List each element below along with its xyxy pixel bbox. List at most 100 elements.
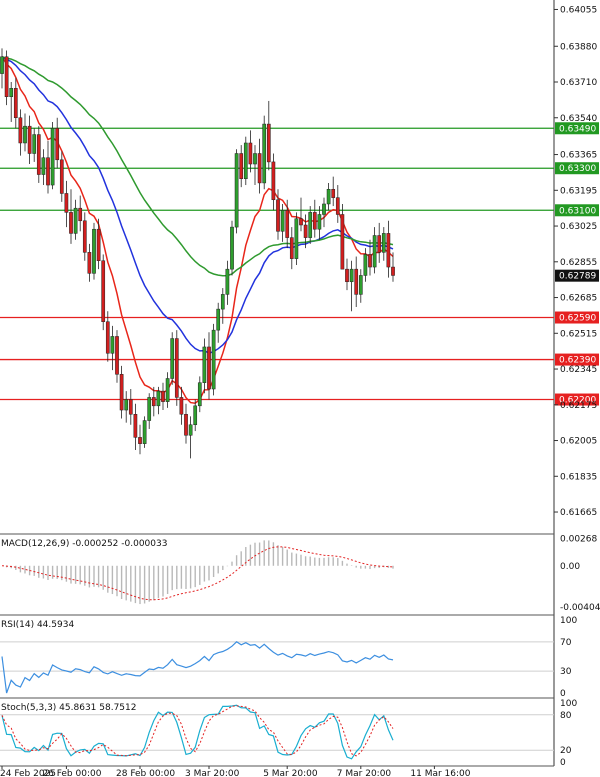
- rsi-label: RSI(14) 44.5934: [1, 620, 74, 630]
- candle-up: [230, 226, 234, 270]
- candle-up: [197, 382, 202, 407]
- candle-up: [9, 88, 14, 97]
- candle-up: [349, 268, 354, 283]
- candle-up: [147, 397, 152, 421]
- candle-down: [96, 228, 101, 261]
- candle-down: [207, 346, 211, 390]
- candle-down: [128, 399, 133, 415]
- candle-down: [101, 260, 106, 322]
- candle-down: [368, 254, 372, 268]
- time-tick-label: 7 Mar 20:00: [337, 769, 392, 777]
- candle-up: [294, 218, 299, 259]
- price-tick-label: 0.61835: [560, 472, 597, 482]
- price-tick-label: 0.62515: [560, 329, 597, 339]
- macd-tick-label: 0.00: [560, 562, 580, 572]
- candle-up: [363, 254, 368, 276]
- candle-down: [335, 197, 340, 215]
- macd-label: MACD(12,26,9) -0.000252 -0.000033: [1, 539, 167, 549]
- candle-down: [174, 338, 179, 398]
- candle-down: [87, 252, 92, 274]
- candle-up: [124, 399, 129, 411]
- candle-up: [50, 128, 55, 186]
- candle-down: [266, 123, 271, 163]
- candle-up: [322, 203, 326, 215]
- macd-signal-line: [1, 546, 394, 601]
- time-tick-label: 3 Mar 20:00: [185, 769, 240, 777]
- candle-down: [27, 125, 32, 154]
- candle-up: [0, 56, 4, 74]
- price-tick-label: 0.62855: [560, 258, 597, 268]
- candle-down: [340, 214, 345, 270]
- candle-down: [377, 235, 382, 253]
- candle-up: [253, 153, 257, 165]
- time-tick-label: 26 Feb 00:00: [42, 769, 101, 777]
- price-chart: 0.634900.633000.631000.625900.623900.622…: [0, 0, 600, 777]
- current-price-label: 0.62789: [559, 272, 596, 282]
- candle-down: [46, 157, 50, 186]
- support-level-label: 0.62590: [559, 314, 596, 324]
- candle-down: [184, 413, 188, 436]
- stoch-main-line: [1, 704, 394, 760]
- candle-up: [165, 378, 170, 402]
- candle-down: [391, 266, 395, 276]
- stoch-tick-label: 0: [560, 758, 566, 768]
- candle-up: [262, 123, 267, 184]
- candle-down: [276, 199, 280, 232]
- candle-up: [308, 212, 313, 238]
- candle-down: [36, 134, 41, 175]
- candle-up: [243, 142, 248, 179]
- candle-up: [142, 420, 147, 444]
- resistance-level-label: 0.63100: [559, 206, 596, 216]
- candle-down: [133, 413, 138, 438]
- candle-down: [299, 218, 303, 226]
- stoch-tick-label: 80: [560, 711, 572, 721]
- candle-down: [69, 212, 73, 234]
- price-tick-label: 0.62345: [560, 365, 597, 375]
- rsi-tick-label: 30: [560, 667, 572, 677]
- rsi-tick-label: 100: [560, 616, 577, 626]
- candle-up: [156, 390, 161, 407]
- candle-up: [216, 308, 221, 331]
- candle-down: [161, 390, 165, 402]
- candle-up: [202, 346, 207, 383]
- candle-down: [105, 321, 110, 354]
- candle-up: [220, 294, 225, 310]
- candle-up: [280, 210, 285, 232]
- candle-up: [326, 188, 331, 205]
- indicator-panels: MACD(12,26,9) -0.000252 -0.000033 RSI(14)…: [0, 539, 554, 760]
- candle-down: [151, 397, 156, 407]
- stoch-signal-line: [1, 705, 394, 757]
- stoch-tick-label: 20: [560, 746, 572, 756]
- candle-down: [59, 159, 64, 194]
- stoch-label: Stoch(5,3,3) 45.8631 58.7512: [1, 703, 136, 713]
- candle-up: [372, 235, 377, 268]
- candle-down: [345, 268, 349, 283]
- candle-down: [289, 237, 294, 259]
- candle-down: [82, 220, 87, 253]
- ma-slow-line: [1, 56, 394, 355]
- axis-labels: 0.64055 0.63880 0.63710 0.63540 0.63365 0.631…: [0, 5, 600, 777]
- price-tick-label: 0.63540: [560, 114, 597, 124]
- candle-down: [271, 161, 276, 201]
- candle-up: [41, 157, 46, 175]
- time-tick-label: 11 Mar 16:00: [410, 769, 470, 777]
- candle-down: [312, 212, 317, 230]
- candle-up: [92, 228, 96, 274]
- candle-up: [317, 214, 322, 230]
- price-tick-label: 0.62685: [560, 294, 597, 304]
- candle-down: [4, 56, 9, 97]
- price-tick-label: 0.62005: [560, 437, 597, 447]
- price-tick-label: 0.63710: [560, 78, 597, 88]
- macd-tick-label: 0.00268: [560, 534, 597, 544]
- candle-down: [331, 188, 336, 198]
- candle-down: [78, 207, 83, 222]
- candle-up: [188, 424, 193, 436]
- candle-down: [239, 153, 244, 179]
- panel-frames: [0, 0, 555, 767]
- stoch-tick-label: 100: [560, 699, 577, 709]
- candle-up: [170, 338, 175, 379]
- rsi-tick-label: 70: [560, 638, 572, 648]
- price-tick-label: 0.64055: [560, 5, 597, 15]
- candle-down: [119, 374, 124, 411]
- price-tick-label: 0.63365: [560, 151, 597, 161]
